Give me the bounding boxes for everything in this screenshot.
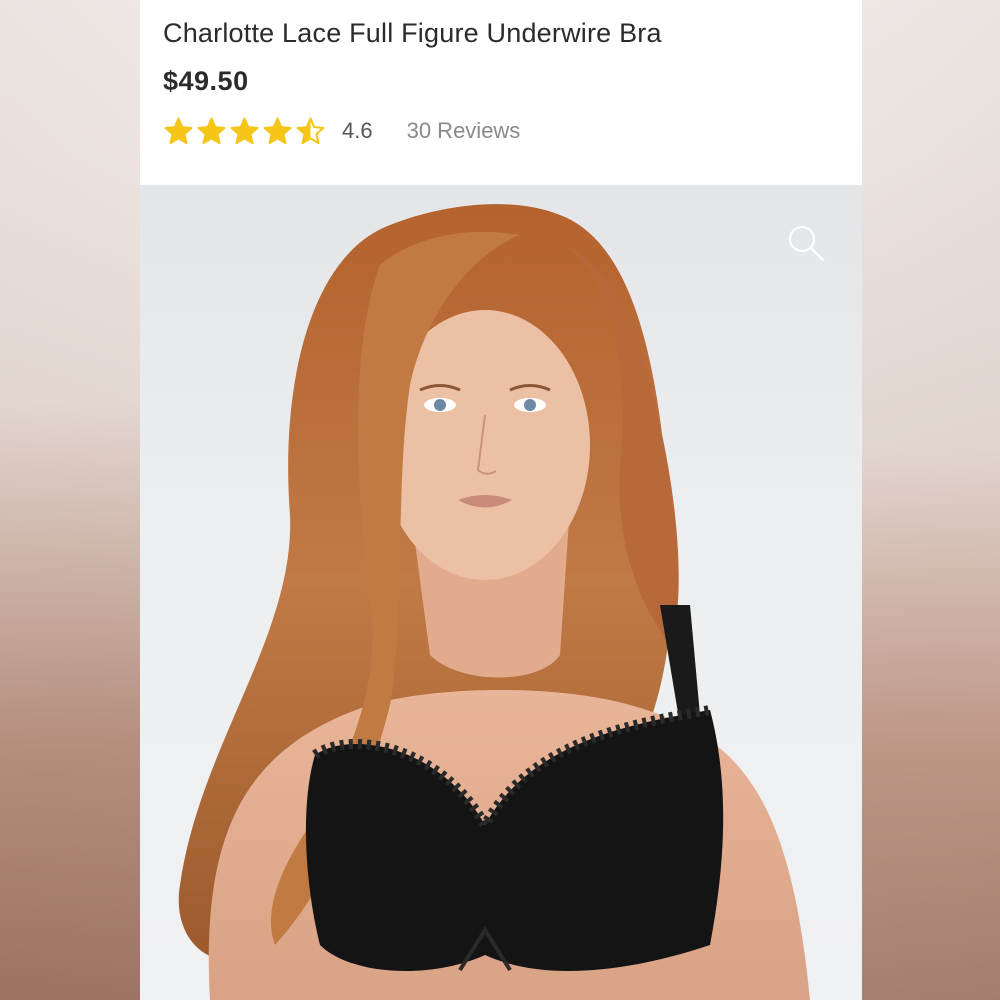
magnifier-icon [789, 226, 825, 262]
product-price: $49.50 [163, 66, 249, 96]
star-full-icon [230, 117, 259, 144]
product-title: Charlotte Lace Full Figure Underwire Bra [163, 18, 662, 48]
zoom-button[interactable] [782, 219, 830, 267]
product-card: Charlotte Lace Full Figure Underwire Bra… [140, 0, 862, 1000]
star-full-icon [164, 117, 193, 144]
model-photo-illustration [178, 204, 810, 1000]
star-full-icon [263, 117, 292, 144]
rating-value: 4.6 [342, 118, 373, 143]
star-rating [163, 116, 326, 147]
product-image[interactable] [140, 185, 862, 1000]
rating-row: 4.6 30 Reviews [163, 113, 520, 149]
star-full-icon [197, 117, 226, 144]
product-header: Charlotte Lace Full Figure Underwire Bra… [140, 0, 862, 185]
reviews-link[interactable]: 30 Reviews [407, 118, 521, 144]
star-half-icon [296, 117, 325, 144]
